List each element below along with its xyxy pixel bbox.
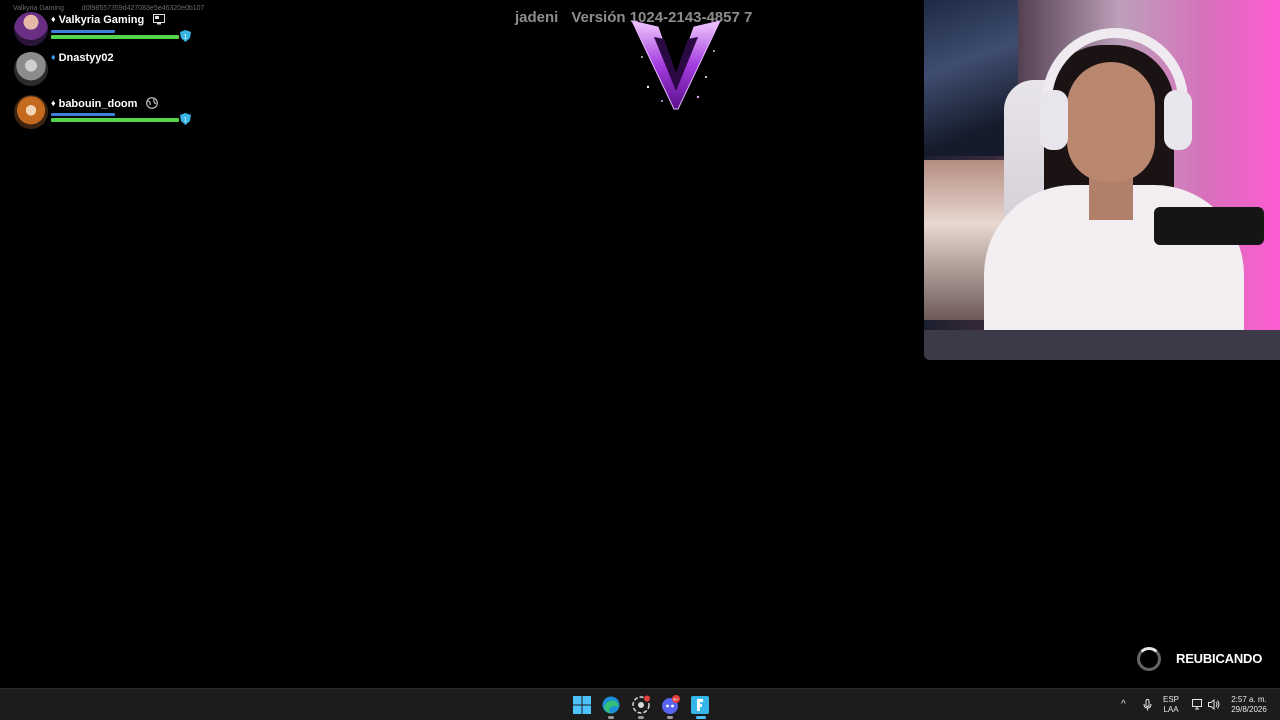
language-code: ESP <box>1163 695 1180 704</box>
party-member-name-row: ♦ babouin_doom <box>51 97 159 110</box>
clock[interactable]: 2:57 a. m. 29/8/2026 <box>1228 695 1270 715</box>
player-name: jadeni <box>515 9 559 26</box>
diamond-icon: ♦ <box>51 98 56 108</box>
health-bar <box>51 118 179 122</box>
party-member-name: babouin_doom <box>58 98 138 110</box>
party-member: ♦ babouin_doom 1 <box>14 95 204 131</box>
windows-taskbar: 9+ ^ ESP LAA 2:57 a. m. 29/8/2026 <box>0 688 1280 720</box>
globe-icon <box>146 97 159 109</box>
discord-icon[interactable]: 9+ <box>660 695 680 715</box>
region-code: LAA <box>1163 705 1179 714</box>
party-member: ♦ Dnastyy02 <box>14 52 204 88</box>
screen-share-icon <box>153 14 166 25</box>
party-member-name-row: ♦ Dnastyy02 <box>51 52 114 64</box>
shield-badge-icon: 1 <box>180 30 191 42</box>
avatar <box>14 52 48 86</box>
shield-bar <box>51 30 115 33</box>
discord-notification-badge: 9+ <box>673 697 679 702</box>
diamond-icon: ♦ <box>51 14 56 24</box>
session-info: Valkyria Gaming d0f98557359d427083e5e463… <box>13 5 204 12</box>
clock-time: 2:57 a. m. <box>1231 695 1267 704</box>
speaker-icon[interactable] <box>1208 699 1220 710</box>
party-member-name: Valkyria Gaming <box>58 14 145 26</box>
microphone-icon[interactable] <box>1143 699 1152 711</box>
windows-start-icon[interactable] <box>572 695 592 715</box>
diamond-icon: ♦ <box>51 52 56 62</box>
health-bar <box>51 35 179 39</box>
clock-date: 29/8/2026 <box>1231 705 1267 714</box>
loading-spinner-icon <box>1137 647 1161 671</box>
webcam-overlay <box>924 0 1280 360</box>
shield-bar <box>51 113 115 116</box>
fortnite-icon[interactable] <box>690 695 710 715</box>
party-member: ♦ Valkyria Gaming 1 <box>14 12 204 48</box>
valkyria-logo-icon <box>631 20 721 110</box>
avatar <box>14 12 48 46</box>
party-member-name: Dnastyy02 <box>58 52 114 64</box>
shield-badge-icon: 1 <box>180 113 191 125</box>
network-icon[interactable] <box>1192 699 1204 710</box>
chevron-up-icon[interactable]: ^ <box>1121 699 1126 710</box>
avatar <box>14 95 48 129</box>
edge-icon[interactable] <box>601 695 621 715</box>
relocating-label: REUBICANDO <box>1176 651 1263 666</box>
language-indicator[interactable]: ESP LAA <box>1163 695 1179 715</box>
session-id: d0f98557359d427083e5e46320e0b107 <box>81 5 205 12</box>
chrome-icon[interactable] <box>631 695 651 715</box>
session-owner: Valkyria Gaming <box>13 5 64 12</box>
party-member-name-row: ♦ Valkyria Gaming <box>51 14 166 26</box>
